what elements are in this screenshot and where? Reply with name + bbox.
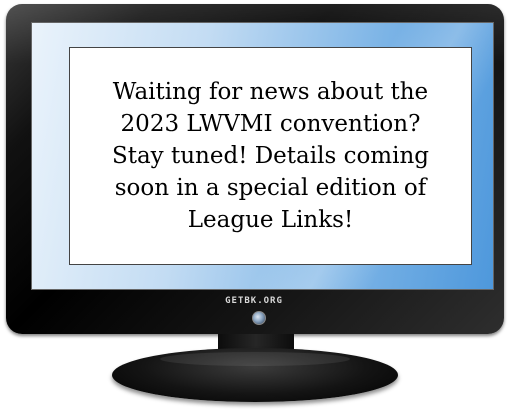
- announcement-text: Waiting for news about the 2023 LWVMI co…: [111, 79, 430, 233]
- monitor-frame: Waiting for news about the 2023 LWVMI co…: [6, 4, 504, 334]
- brand-label: GETBK.ORG: [225, 296, 283, 306]
- message-box: Waiting for news about the 2023 LWVMI co…: [69, 47, 472, 265]
- power-button-icon: [252, 311, 266, 325]
- monitor-screen: Waiting for news about the 2023 LWVMI co…: [31, 22, 494, 290]
- stand-highlight: [160, 352, 350, 366]
